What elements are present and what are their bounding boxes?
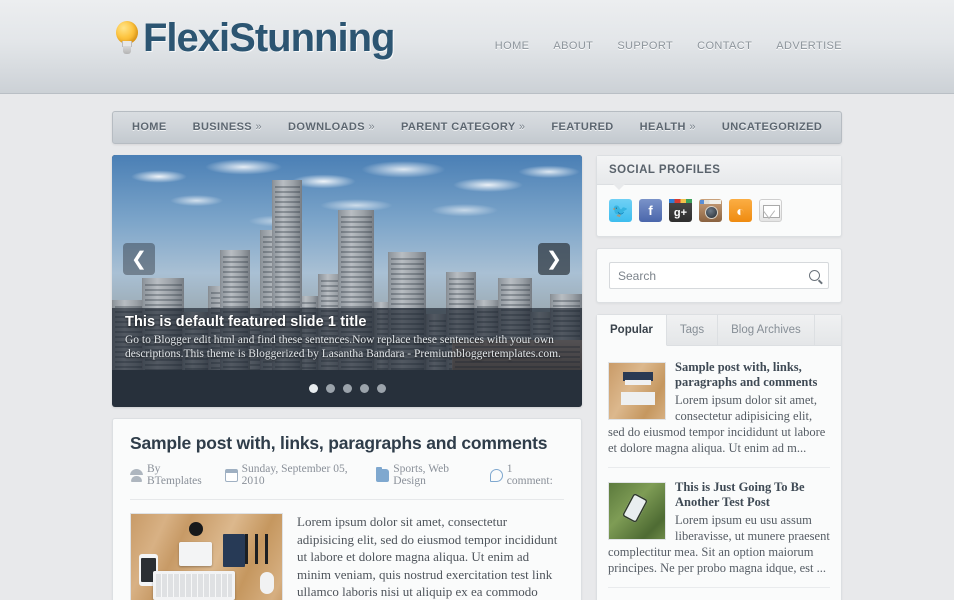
menu-label: PARENT CATEGORY: [400, 121, 516, 133]
chevron-right-icon: »: [255, 121, 263, 133]
slide-title: This is default featured slide 1 title: [125, 314, 367, 330]
menu-item-downloads[interactable]: DOWNLOADS »: [275, 112, 388, 143]
menu-label: FEATURED: [551, 121, 614, 133]
social-profiles-title: SOCIAL PROFILES: [597, 156, 841, 190]
instagram-icon[interactable]: [699, 199, 722, 222]
chevron-right-icon: »: [518, 121, 526, 133]
folder-icon: [376, 466, 390, 482]
menu-item-business[interactable]: BUSINESS »: [180, 112, 275, 143]
googleplus-icon[interactable]: g+: [669, 199, 692, 222]
social-profiles-widget: SOCIAL PROFILES 🐦 f g+ ◐: [596, 155, 842, 237]
post-comments[interactable]: 1 comment:: [489, 463, 557, 487]
post-categories[interactable]: Sports, Web Design: [376, 463, 478, 487]
post-author[interactable]: By BTemplates: [130, 463, 213, 487]
slider-dot-4[interactable]: [359, 384, 369, 393]
rss-icon[interactable]: ◐: [729, 199, 752, 222]
top-navigation: HOME ABOUT SUPPORT CONTACT ADVERTISE: [495, 40, 842, 52]
post-date-label: Sunday, September 05, 2010: [241, 463, 348, 487]
post-date: Sunday, September 05, 2010: [224, 463, 365, 487]
site-logo[interactable]: FlexiStunning: [114, 16, 395, 60]
search-widget: [596, 248, 842, 303]
list-item[interactable]: Sample post with, links, paragraphs and …: [608, 348, 830, 468]
search-input[interactable]: [618, 268, 809, 283]
chevron-right-icon: »: [689, 121, 696, 133]
top-nav-item-home[interactable]: HOME: [495, 40, 530, 52]
chevron-right-icon: »: [368, 121, 375, 133]
main-menu-bar: HOME BUSINESS » DOWNLOADS » PARENT CATEG…: [112, 111, 842, 144]
slider-prev-button[interactable]: ❮: [123, 243, 155, 275]
tab-popular[interactable]: Popular: [597, 315, 667, 351]
menu-label: HEALTH: [639, 121, 686, 133]
post-excerpt: Lorem ipsum dolor sit amet, consectetur …: [297, 514, 558, 599]
list-item[interactable]: Keeping The Title Length Equal For Home …: [608, 588, 830, 600]
post-author-label: By BTemplates: [147, 463, 202, 487]
popular-posts-widget: Popular Tags Blog Archives Sample post w…: [596, 314, 842, 600]
post-title[interactable]: Sample post with, links, paragraphs and …: [130, 433, 564, 454]
top-nav-item-contact[interactable]: CONTACT: [697, 40, 752, 52]
widget-tabs: Popular Tags Blog Archives: [597, 315, 841, 351]
tab-tags[interactable]: Tags: [667, 315, 719, 345]
popular-post-thumbnail[interactable]: [608, 362, 666, 420]
menu-label: HOME: [132, 121, 167, 133]
menu-item-home[interactable]: HOME: [119, 112, 180, 143]
menu-item-featured[interactable]: FEATURED: [538, 112, 626, 143]
menu-item-parent-category[interactable]: PARENT CATEGORY »: [388, 112, 538, 143]
list-item[interactable]: This is Just Going To Be Another Test Po…: [608, 468, 830, 588]
slide-description: Go to Blogger edit html and find these s…: [125, 334, 561, 360]
post-categories-label: Sports, Web Design: [393, 463, 450, 487]
logo-text: FlexiStunning: [143, 16, 395, 60]
post-thumbnail[interactable]: [130, 513, 283, 600]
email-icon[interactable]: [759, 199, 782, 222]
popular-post-thumbnail[interactable]: [608, 482, 666, 540]
post-meta: By BTemplates Sunday, September 05, 2010…: [130, 463, 564, 500]
post-article: Sample post with, links, paragraphs and …: [112, 418, 582, 600]
top-nav-item-advertise[interactable]: ADVERTISE: [776, 40, 842, 52]
slider-pagination: [112, 370, 582, 407]
lightbulb-icon: [114, 21, 140, 55]
sidebar: SOCIAL PROFILES 🐦 f g+ ◐ Popular Tags Bl…: [596, 155, 842, 600]
top-nav-item-support[interactable]: SUPPORT: [617, 40, 673, 52]
menu-item-uncategorized[interactable]: UNCATEGORIZED: [709, 112, 835, 143]
tab-blog-archives[interactable]: Blog Archives: [718, 315, 815, 345]
twitter-icon[interactable]: 🐦: [609, 199, 632, 222]
slider-next-button[interactable]: ❯: [538, 243, 570, 275]
top-nav-item-about[interactable]: ABOUT: [553, 40, 593, 52]
slider-dot-2[interactable]: [325, 384, 335, 393]
site-header: FlexiStunning HOME ABOUT SUPPORT CONTACT…: [0, 0, 954, 94]
comment-icon: [489, 468, 503, 482]
menu-label: UNCATEGORIZED: [721, 121, 823, 133]
search-box[interactable]: [609, 262, 829, 289]
menu-item-health[interactable]: HEALTH »: [627, 112, 709, 143]
post-comments-label: 1 comment:: [506, 463, 553, 487]
calendar-icon: [224, 468, 238, 482]
featured-slider[interactable]: ❮ ❯ This is default featured slide 1 tit…: [112, 155, 582, 407]
slider-dot-5[interactable]: [376, 384, 386, 393]
user-icon: [130, 468, 143, 482]
menu-label: BUSINESS: [192, 121, 253, 133]
popular-post-list: Sample post with, links, paragraphs and …: [597, 346, 841, 600]
menu-label: DOWNLOADS: [288, 121, 365, 133]
facebook-icon[interactable]: f: [639, 199, 662, 222]
slider-dot-3[interactable]: [342, 384, 352, 393]
main-column: ❮ ❯ This is default featured slide 1 tit…: [112, 155, 582, 600]
slider-dot-1[interactable]: [308, 384, 318, 393]
slide-caption: This is default featured slide 1 title G…: [112, 308, 582, 370]
search-icon[interactable]: [809, 270, 820, 281]
post-excerpt-wrap: Lorem ipsum dolor sit amet, consectetur …: [297, 513, 564, 600]
page-container: ❮ ❯ This is default featured slide 1 tit…: [112, 155, 842, 600]
